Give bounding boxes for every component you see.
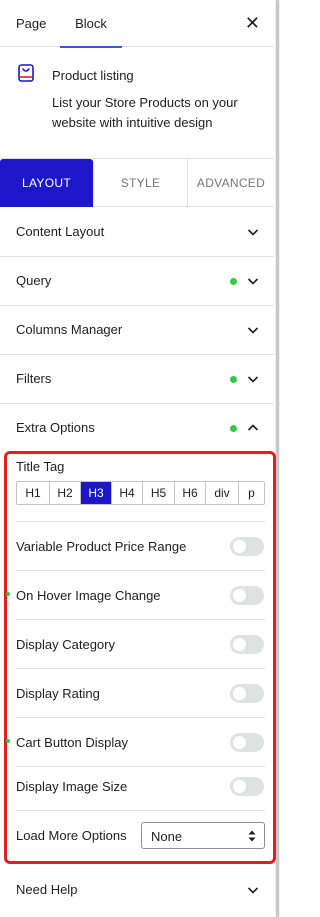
panel-content-layout[interactable]: Content Layout [0,208,274,257]
toggle-label: Display Category [16,637,115,652]
toggle-knob [233,687,246,700]
block-description: List your Store Products on your website… [52,95,238,130]
title-tag-label: Title Tag [16,459,65,474]
toggle-row-variable-price-range: Variable Product Price Range [16,521,265,570]
toggle-row-display-category: Display Category [16,619,265,668]
block-title: Product listing [52,68,134,83]
panel-extra-options[interactable]: Extra Options [0,404,274,453]
product-box-icon [18,64,34,82]
variable-price-range-toggle[interactable] [230,537,264,556]
display-image-size-toggle[interactable] [230,777,264,796]
title-tag-option-h4[interactable]: H4 [112,482,143,504]
title-tag-option-h3[interactable]: H3 [81,482,112,504]
modified-indicator [230,425,237,432]
close-icon[interactable]: ✕ [245,12,260,34]
load-more-value: None [151,829,183,844]
toggle-knob [233,780,246,793]
toggle-row-display-rating: Display Rating [16,668,265,717]
tab-advanced[interactable]: ADVANCED [187,159,274,207]
chevron-down-icon [247,376,259,383]
toggle-knob [233,638,246,651]
display-category-toggle[interactable] [230,635,264,654]
chevron-down-icon [247,887,259,894]
panel-title: Columns Manager [16,322,123,337]
scrollbar-thumb[interactable] [276,0,279,917]
panel-title: Need Help [16,882,78,897]
select-arrows-icon [248,830,256,842]
title-tag-option-h5[interactable]: H5 [143,482,175,504]
tab-page[interactable]: Page [16,0,46,47]
load-more-row: Load More Options None [16,810,265,859]
load-more-label: Load More Options [16,828,127,843]
modified-indicator [6,739,10,743]
settings-tab-bar: LAYOUT STYLE ADVANCED [0,159,274,207]
title-tag-selector: H1 H2 H3 H4 H5 H6 div p [16,481,265,505]
modified-indicator [230,278,237,285]
chevron-down-icon [247,278,259,285]
toggle-row-cart-button-display: Cart Button Display [6,717,265,766]
panel-columns-manager[interactable]: Columns Manager [0,306,274,355]
panel-title: Filters [16,371,52,386]
toggle-label: Cart Button Display [16,735,128,750]
tab-layout[interactable]: LAYOUT [0,159,93,207]
title-tag-option-h1[interactable]: H1 [17,482,50,504]
block-card: Product listing List your Store Products… [0,47,274,159]
chevron-up-icon [247,424,259,431]
toggle-label: Display Image Size [16,779,128,794]
cart-button-display-toggle[interactable] [230,733,264,752]
toggle-knob [233,589,246,602]
toggle-knob [233,736,246,749]
toggle-label: On Hover Image Change [16,588,161,603]
display-rating-toggle[interactable] [230,684,264,703]
panel-title: Query [16,273,52,288]
panel-filters[interactable]: Filters [0,355,274,404]
panel-title: Content Layout [16,224,105,239]
toggle-row-hover-image-change: On Hover Image Change [6,570,265,619]
title-tag-option-p[interactable]: p [239,482,264,504]
chevron-down-icon [247,229,259,236]
load-more-select[interactable]: None [141,822,265,849]
title-tag-option-div[interactable]: div [206,482,239,504]
title-tag-option-h2[interactable]: H2 [50,482,81,504]
title-tag-option-h6[interactable]: H6 [175,482,206,504]
panel-title: Extra Options [16,420,95,435]
tab-block[interactable]: Block [60,0,122,48]
chevron-down-icon [247,327,259,334]
panel-query[interactable]: Query [0,257,274,306]
toggle-row-display-image-size: Display Image Size [16,766,265,810]
tab-style[interactable]: STYLE [93,159,187,207]
toggle-label: Display Rating [16,686,100,701]
panel-need-help[interactable]: Need Help [0,864,274,917]
toggle-label: Variable Product Price Range [16,539,187,554]
toggle-knob [233,540,246,553]
modified-indicator [230,376,237,383]
modified-indicator [6,592,10,596]
hover-image-change-toggle[interactable] [230,586,264,605]
sidebar-tab-bar: Page Block ✕ [0,0,274,48]
